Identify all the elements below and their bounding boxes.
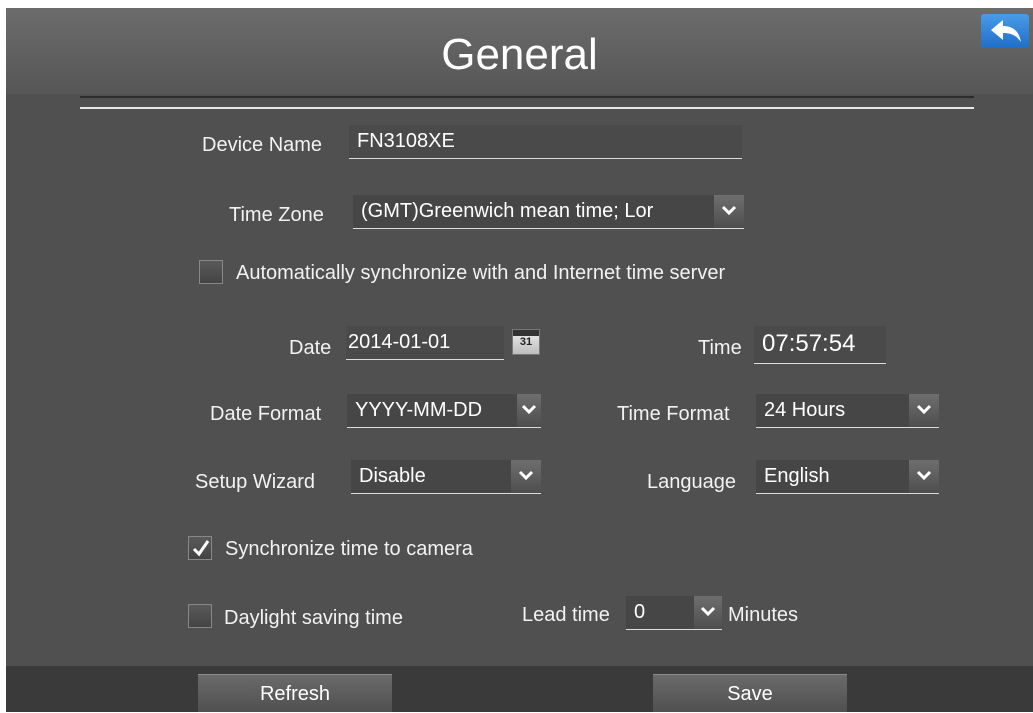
date-format-label: Date Format: [210, 403, 322, 425]
page-title: General: [441, 30, 598, 79]
language-select[interactable]: English: [756, 460, 939, 494]
date-format-select[interactable]: YYYY-MM-DD: [347, 394, 541, 428]
time-format-label: Time Format: [617, 403, 730, 425]
dst-label: Daylight saving time: [224, 607, 403, 629]
time-value: 07:57:54: [762, 330, 856, 357]
language-dropdown-button[interactable]: [909, 460, 939, 493]
divider-dark: [80, 96, 974, 98]
time-format-select[interactable]: 24 Hours: [756, 394, 939, 428]
checkmark-icon: [192, 540, 210, 557]
date-label: Date: [289, 337, 332, 359]
refresh-button[interactable]: Refresh: [198, 674, 392, 712]
chevron-down-icon: [721, 205, 737, 216]
time-zone-value: (GMT)Greenwich mean time; Lor: [361, 200, 654, 222]
calendar-icon[interactable]: 31: [512, 329, 540, 355]
device-name-label: Device Name: [202, 134, 323, 156]
auto-sync-checkbox[interactable]: [199, 260, 223, 284]
back-arrow-icon: [991, 20, 1021, 42]
date-format-dropdown-button[interactable]: [517, 394, 541, 427]
minutes-label: Minutes: [728, 604, 799, 626]
calendar-day: 31: [519, 336, 533, 348]
setup-wizard-dropdown-button[interactable]: [511, 460, 541, 493]
footer-bar: [6, 666, 1033, 712]
device-name-field[interactable]: FN3108XE: [349, 125, 742, 159]
header-bar: General: [6, 8, 1033, 94]
time-label: Time: [698, 337, 742, 359]
time-zone-select[interactable]: (GMT)Greenwich mean time; Lor: [353, 195, 744, 229]
language-label: Language: [647, 471, 736, 493]
date-field[interactable]: 2014-01-01: [346, 326, 504, 360]
auto-sync-label: Automatically synchronize with and Inter…: [236, 262, 726, 284]
setup-wizard-select[interactable]: Disable: [351, 460, 541, 494]
divider-light: [80, 107, 974, 109]
lead-time-dropdown-button[interactable]: [694, 596, 722, 629]
time-zone-label: Time Zone: [229, 204, 324, 226]
time-zone-dropdown-button[interactable]: [714, 195, 744, 228]
chevron-down-icon: [518, 470, 534, 481]
sync-camera-checkbox[interactable]: [188, 536, 212, 560]
setup-wizard-label: Setup Wizard: [195, 471, 316, 493]
chevron-down-icon: [700, 606, 716, 617]
sync-camera-label: Synchronize time to camera: [225, 538, 473, 560]
settings-panel: General Device Name FN3108XE Time Zone (…: [6, 8, 1033, 712]
chevron-down-icon: [916, 404, 932, 415]
date-value: 2014-01-01: [348, 331, 451, 353]
date-format-value: YYYY-MM-DD: [355, 399, 483, 421]
chevron-down-icon: [521, 404, 537, 415]
time-format-value: 24 Hours: [764, 399, 846, 421]
lead-time-select[interactable]: 0: [626, 596, 722, 630]
device-name-value: FN3108XE: [357, 130, 455, 152]
dst-checkbox[interactable]: [188, 604, 212, 628]
time-format-dropdown-button[interactable]: [909, 394, 939, 427]
lead-time-label: Lead time: [522, 604, 610, 626]
back-button[interactable]: [981, 14, 1029, 48]
time-field[interactable]: 07:57:54: [754, 326, 886, 364]
setup-wizard-value: Disable: [359, 465, 426, 487]
language-value: English: [764, 465, 830, 487]
save-button[interactable]: Save: [653, 674, 847, 712]
chevron-down-icon: [916, 470, 932, 481]
lead-time-value: 0: [634, 601, 646, 623]
